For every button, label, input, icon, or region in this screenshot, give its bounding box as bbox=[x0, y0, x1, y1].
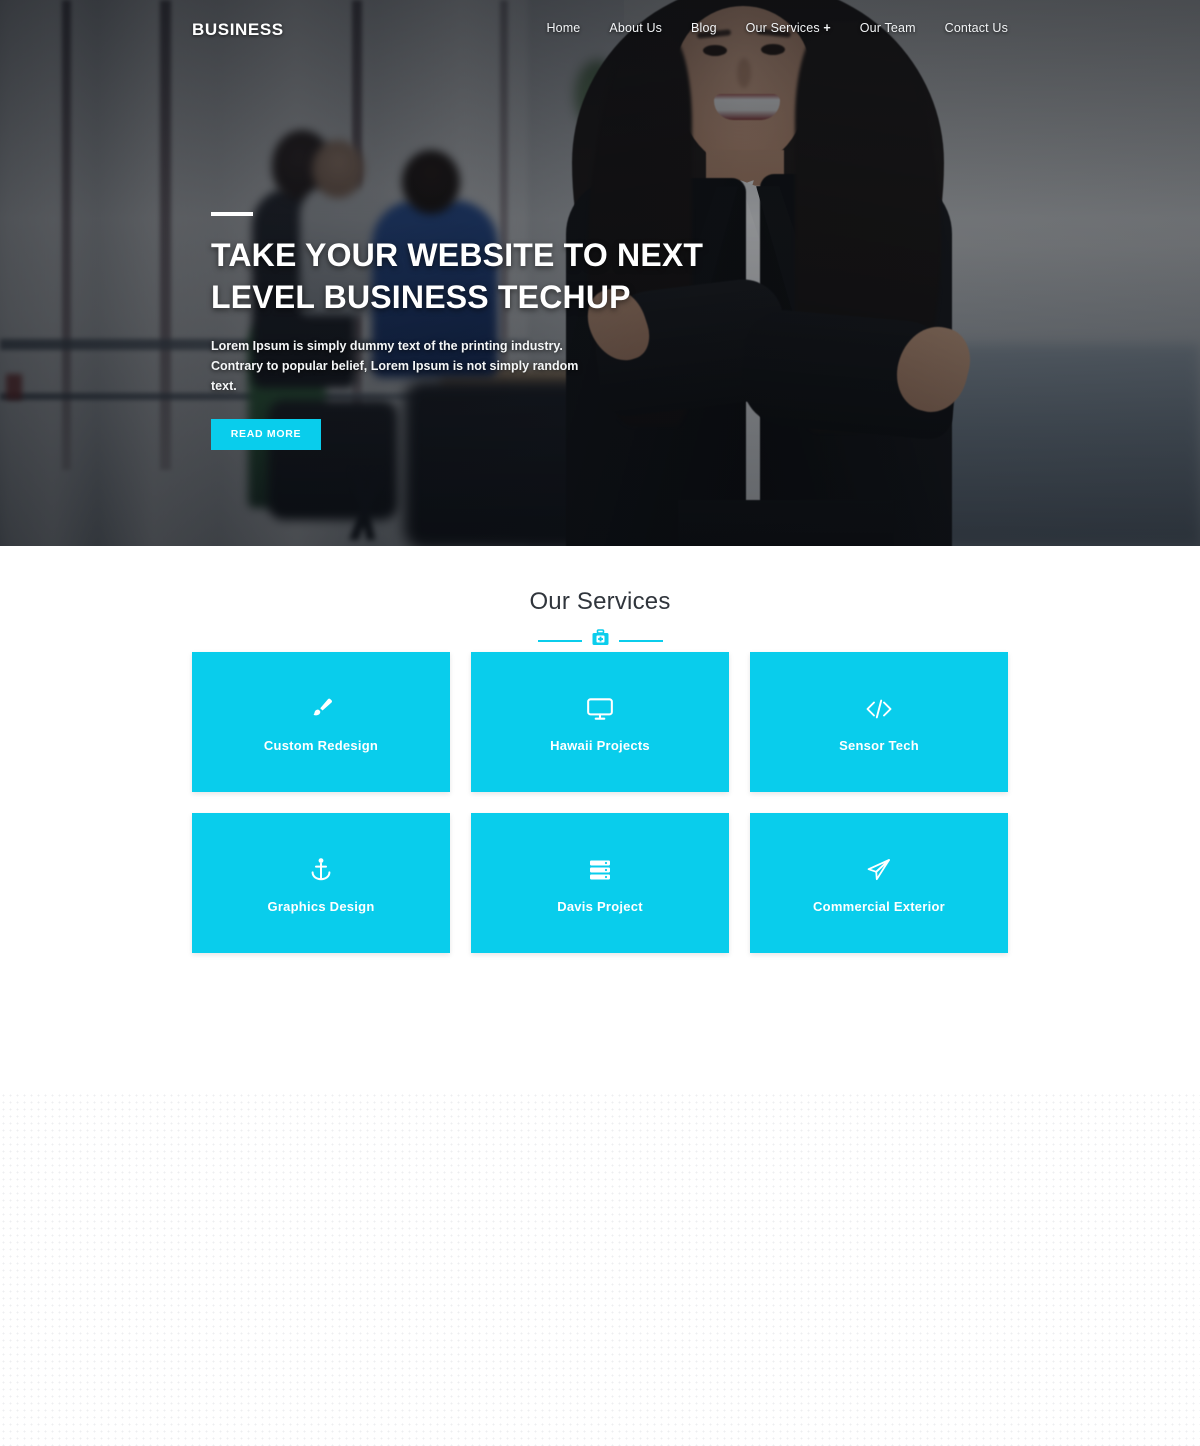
service-card-commercial-exterior[interactable]: Commercial Exterior bbox=[750, 813, 1008, 953]
service-card-hawaii-projects[interactable]: Hawaii Projects bbox=[471, 652, 729, 792]
service-card-sensor-tech[interactable]: Sensor Tech bbox=[750, 652, 1008, 792]
main-navigation: Home About Us Blog Our Services Our Team… bbox=[546, 21, 1008, 35]
anchor-icon bbox=[309, 853, 333, 887]
read-more-button[interactable]: READ MORE bbox=[211, 418, 321, 450]
services-section: Our Services Custom Redesign Hawaii Proj… bbox=[0, 546, 1200, 1446]
divider-line-left bbox=[537, 639, 582, 642]
hero-subtitle: Lorem Ipsum is simply dummy text of the … bbox=[211, 339, 579, 393]
nav-item-our-team[interactable]: Our Team bbox=[860, 21, 916, 35]
hero-title: TAKE YOUR WEBSITE TO NEXT LEVEL BUSINESS… bbox=[211, 234, 831, 318]
services-heading: Our Services bbox=[529, 588, 671, 615]
nav-item-our-services[interactable]: Our Services bbox=[746, 21, 831, 35]
services-header: Our Services bbox=[0, 546, 1200, 652]
hero-section: BUSINESS Home About Us Blog Our Services… bbox=[0, 0, 1200, 546]
paper-plane-icon bbox=[865, 853, 893, 887]
services-grid: Custom Redesign Hawaii Projects Sensor T… bbox=[192, 652, 1008, 953]
nav-item-about-us[interactable]: About Us bbox=[609, 21, 662, 35]
hero-content: TAKE YOUR WEBSITE TO NEXT LEVEL BUSINESS… bbox=[211, 212, 831, 450]
code-brackets-icon bbox=[864, 692, 894, 726]
service-card-label: Davis Project bbox=[557, 898, 643, 914]
server-stack-icon bbox=[587, 853, 613, 887]
service-card-label: Graphics Design bbox=[267, 898, 375, 914]
first-aid-kit-icon bbox=[591, 629, 610, 652]
service-card-label: Sensor Tech bbox=[839, 737, 919, 753]
site-logo[interactable]: BUSINESS bbox=[192, 20, 284, 40]
nav-item-contact-us[interactable]: Contact Us bbox=[945, 21, 1008, 35]
section-dot-texture bbox=[0, 1092, 1200, 1446]
service-card-davis-project[interactable]: Davis Project bbox=[471, 813, 729, 953]
service-card-graphics-design[interactable]: Graphics Design bbox=[192, 813, 450, 953]
hero-title-line-1: TAKE YOUR WEBSITE TO NEXT bbox=[211, 237, 704, 273]
service-card-label: Custom Redesign bbox=[263, 737, 379, 753]
site-header: BUSINESS Home About Us Blog Our Services… bbox=[0, 0, 1200, 60]
hero-title-line-2: LEVEL BUSINESS TECHUP bbox=[211, 279, 631, 316]
nav-item-home[interactable]: Home bbox=[546, 21, 580, 35]
desktop-monitor-icon bbox=[586, 692, 614, 726]
service-card-custom-redesign[interactable]: Custom Redesign bbox=[192, 652, 450, 792]
paint-brush-icon bbox=[308, 692, 334, 726]
divider-line-right bbox=[618, 639, 663, 642]
service-card-label: Hawaii Projects bbox=[550, 737, 650, 753]
hero-accent-bar bbox=[211, 212, 253, 216]
nav-item-blog[interactable]: Blog bbox=[691, 21, 717, 35]
service-card-label: Commercial Exterior bbox=[813, 898, 945, 914]
services-divider bbox=[0, 629, 1200, 652]
